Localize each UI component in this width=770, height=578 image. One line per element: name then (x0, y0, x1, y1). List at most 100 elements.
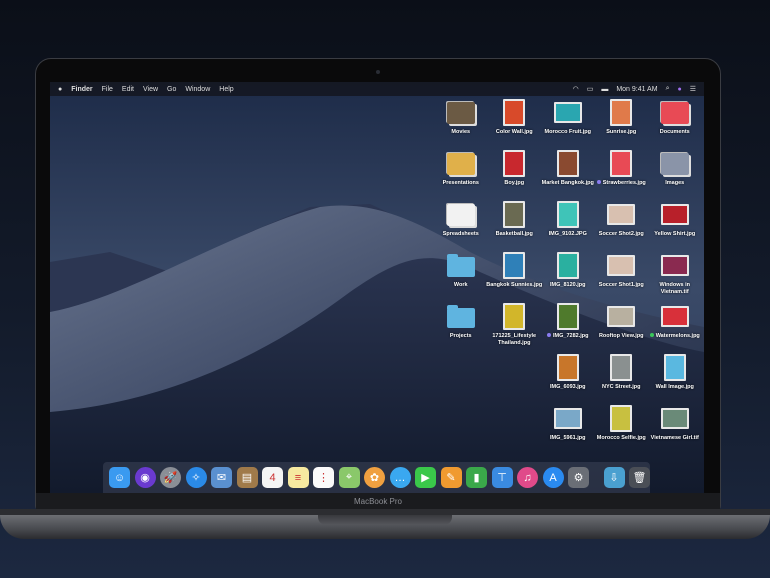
desktop-item-windows-in-vietnam-tif[interactable]: Windows in Vietnam.tif (647, 249, 703, 300)
finder-icon[interactable]: ☺ (109, 467, 130, 488)
desktop-item-label: Soccer Shot2.jpg (599, 231, 644, 238)
maps-icon[interactable]: ⌖ (338, 467, 360, 488)
image-thumbnail-icon (610, 405, 633, 432)
image-thumbnail-icon (607, 204, 636, 225)
contacts-icon[interactable]: ▤ (236, 467, 258, 488)
desktop-item-color-wall-jpg[interactable]: Color Wall.jpg (486, 96, 542, 147)
battery-icon[interactable]: ▬ (601, 86, 608, 93)
menu-help[interactable]: Help (219, 86, 233, 93)
label-text: Sunrise.jpg (606, 129, 637, 135)
image-thumbnail-icon (503, 303, 526, 330)
desktop-item-171225-lifestyle-thailand-jpg[interactable]: 171225_Lifestyle Thailand.jpg (486, 300, 542, 351)
desktop-item-strawberries-jpg[interactable]: Strawberries.jpg (593, 147, 649, 198)
facetime-icon[interactable]: ▶ (415, 467, 436, 488)
desktop-item-img-6093-jpg[interactable]: IMG_6093.jpg (540, 351, 596, 402)
desktop-item-work[interactable]: Work (433, 249, 489, 300)
camera (376, 70, 380, 74)
calendar-icon[interactable]: 4 (262, 467, 283, 488)
label-text: Movies (451, 129, 471, 135)
desktop-item-presentations[interactable]: Presentations (433, 147, 489, 198)
desktop-item-label: Color Wall.jpg (496, 129, 533, 136)
desktop-item-watermelons-jpg[interactable]: Watermelons.jpg (647, 300, 703, 351)
clock[interactable]: Mon 9:41 AM (616, 86, 657, 93)
desktop-item-label: IMG_6093.jpg (550, 384, 585, 391)
desktop-item-label: Images (665, 180, 684, 187)
desktop-item-img-8120-jpg[interactable]: IMG_8120.jpg (540, 249, 596, 300)
itunes-icon[interactable]: ♫ (517, 467, 538, 488)
desktop-item-vietnamese-girl-tif[interactable]: Vietnamese Girl.tif (647, 402, 703, 453)
desktop-item-label: IMG_5961.jpg (550, 435, 585, 442)
desktop-item-sunrise-jpg[interactable]: Sunrise.jpg (593, 96, 649, 147)
siri-icon[interactable]: ◉ (134, 467, 156, 488)
system-preferences-icon[interactable]: ⚙ (568, 467, 589, 488)
device-label: MacBook Pro (36, 493, 720, 510)
desktop-item-boy-jpg[interactable]: Boy.jpg (486, 147, 542, 198)
desktop-item-label: Market Bangkok.jpg (542, 180, 594, 187)
reminders-icon[interactable]: ⋮ (313, 467, 334, 488)
label-text: IMG_7282.jpg (553, 333, 589, 339)
desktop-item-label: Wall Image.jpg (656, 384, 694, 391)
label-text: Work (453, 282, 468, 288)
apple-menu-icon[interactable]: ● (58, 86, 62, 93)
desktop-item-label: IMG_8120.jpg (550, 282, 585, 289)
desktop-item-wall-image-jpg[interactable]: Wall Image.jpg (647, 351, 703, 402)
notes-icon[interactable]: ≡ (287, 467, 309, 488)
pages-icon[interactable]: ✎ (440, 467, 462, 488)
desktop-item-soccer-shot2-jpg[interactable]: Soccer Shot2.jpg (593, 198, 649, 249)
desktop-item-nyc-street-jpg[interactable]: NYC Street.jpg (593, 351, 649, 402)
siri-icon[interactable]: ● (677, 86, 681, 93)
desktop-item-yellow-shirt-jpg[interactable]: Yellow Shirt.jpg (647, 198, 703, 249)
menu-bar: ● Finder File Edit View Go Window Help ◠… (50, 82, 704, 96)
menu-go[interactable]: Go (167, 86, 176, 93)
spotlight-search-icon[interactable]: ⌕ (666, 85, 670, 93)
app-store-icon[interactable]: A (542, 467, 564, 488)
image-thumbnail-icon (556, 354, 579, 381)
desktop-item-morocco-fruit-jpg[interactable]: Morocco Fruit.jpg (540, 96, 596, 147)
desktop-item-label: Bangkok Sunnies.jpg (486, 282, 542, 289)
keynote-icon[interactable]: ⊤ (491, 467, 513, 488)
wifi-icon[interactable]: ◠ (573, 85, 579, 93)
desktop-item-soccer-shot1-jpg[interactable]: Soccer Shot1.jpg (593, 249, 649, 300)
airplay-icon[interactable]: ▭ (587, 85, 594, 93)
desktop-item-label: Spreadsheets (443, 231, 479, 238)
desktop-item-basketball-jpg[interactable]: Basketball.jpg (486, 198, 542, 249)
desktop-item-img-9102-jpg[interactable]: IMG_9102.JPG (540, 198, 596, 249)
label-text: Strawberries.jpg (602, 180, 646, 186)
desktop-item-movies[interactable]: Movies (433, 96, 489, 147)
downloads-folder-icon[interactable]: ⇩ (603, 467, 625, 488)
desktop-item-images[interactable]: Images (647, 147, 703, 198)
safari-icon[interactable]: ✧ (185, 467, 207, 488)
image-thumbnail-icon (556, 303, 579, 330)
menu-app-name[interactable]: Finder (71, 86, 92, 93)
desktop-item-label: Projects (450, 333, 472, 340)
menu-edit[interactable]: Edit (122, 86, 134, 93)
launchpad-icon[interactable]: 🚀 (160, 467, 181, 488)
messages-icon[interactable]: … (389, 467, 411, 488)
label-text: Market Bangkok.jpg (541, 180, 594, 186)
notification-center-icon[interactable]: ☰ (690, 85, 696, 93)
numbers-icon[interactable]: ▮ (466, 467, 487, 488)
desktop-item-rooftop-view-jpg[interactable]: Rooftop View.jpg (593, 300, 649, 351)
desktop-item-projects[interactable]: Projects (433, 300, 489, 351)
desktop-item-spreadsheets[interactable]: Spreadsheets (433, 198, 489, 249)
stack-icon (446, 102, 475, 124)
desktop-item-morocco-selfie-jpg[interactable]: Morocco Selfie.jpg (593, 402, 649, 453)
desktop-item-market-bangkok-jpg[interactable]: Market Bangkok.jpg (540, 147, 596, 198)
label-text: Windows in Vietnam.tif (659, 282, 690, 295)
desktop-item-bangkok-sunnies-jpg[interactable]: Bangkok Sunnies.jpg (486, 249, 542, 300)
mail-icon[interactable]: ✉ (211, 467, 232, 488)
desktop-item-label: Morocco Selfie.jpg (597, 435, 646, 442)
trash-icon[interactable]: 🗑 (629, 467, 650, 488)
menu-view[interactable]: View (143, 86, 158, 93)
desktop-item-label: Work (454, 282, 468, 289)
desktop-column: Morocco Fruit.jpg Market Bangkok.jpg IMG_9… (541, 96, 595, 453)
desktop-item-documents[interactable]: Documents (647, 96, 703, 147)
menu-window[interactable]: Window (185, 86, 210, 93)
desktop-item-label: Watermelons.jpg (649, 333, 700, 340)
label-text: Vietnamese Girl.tif (650, 435, 699, 441)
menu-file[interactable]: File (102, 86, 113, 93)
label-text: IMG_9102.JPG (548, 231, 587, 237)
desktop-item-img-7282-jpg[interactable]: IMG_7282.jpg (540, 300, 596, 351)
desktop-item-img-5961-jpg[interactable]: IMG_5961.jpg (540, 402, 596, 453)
photos-icon[interactable]: ✿ (364, 467, 385, 488)
